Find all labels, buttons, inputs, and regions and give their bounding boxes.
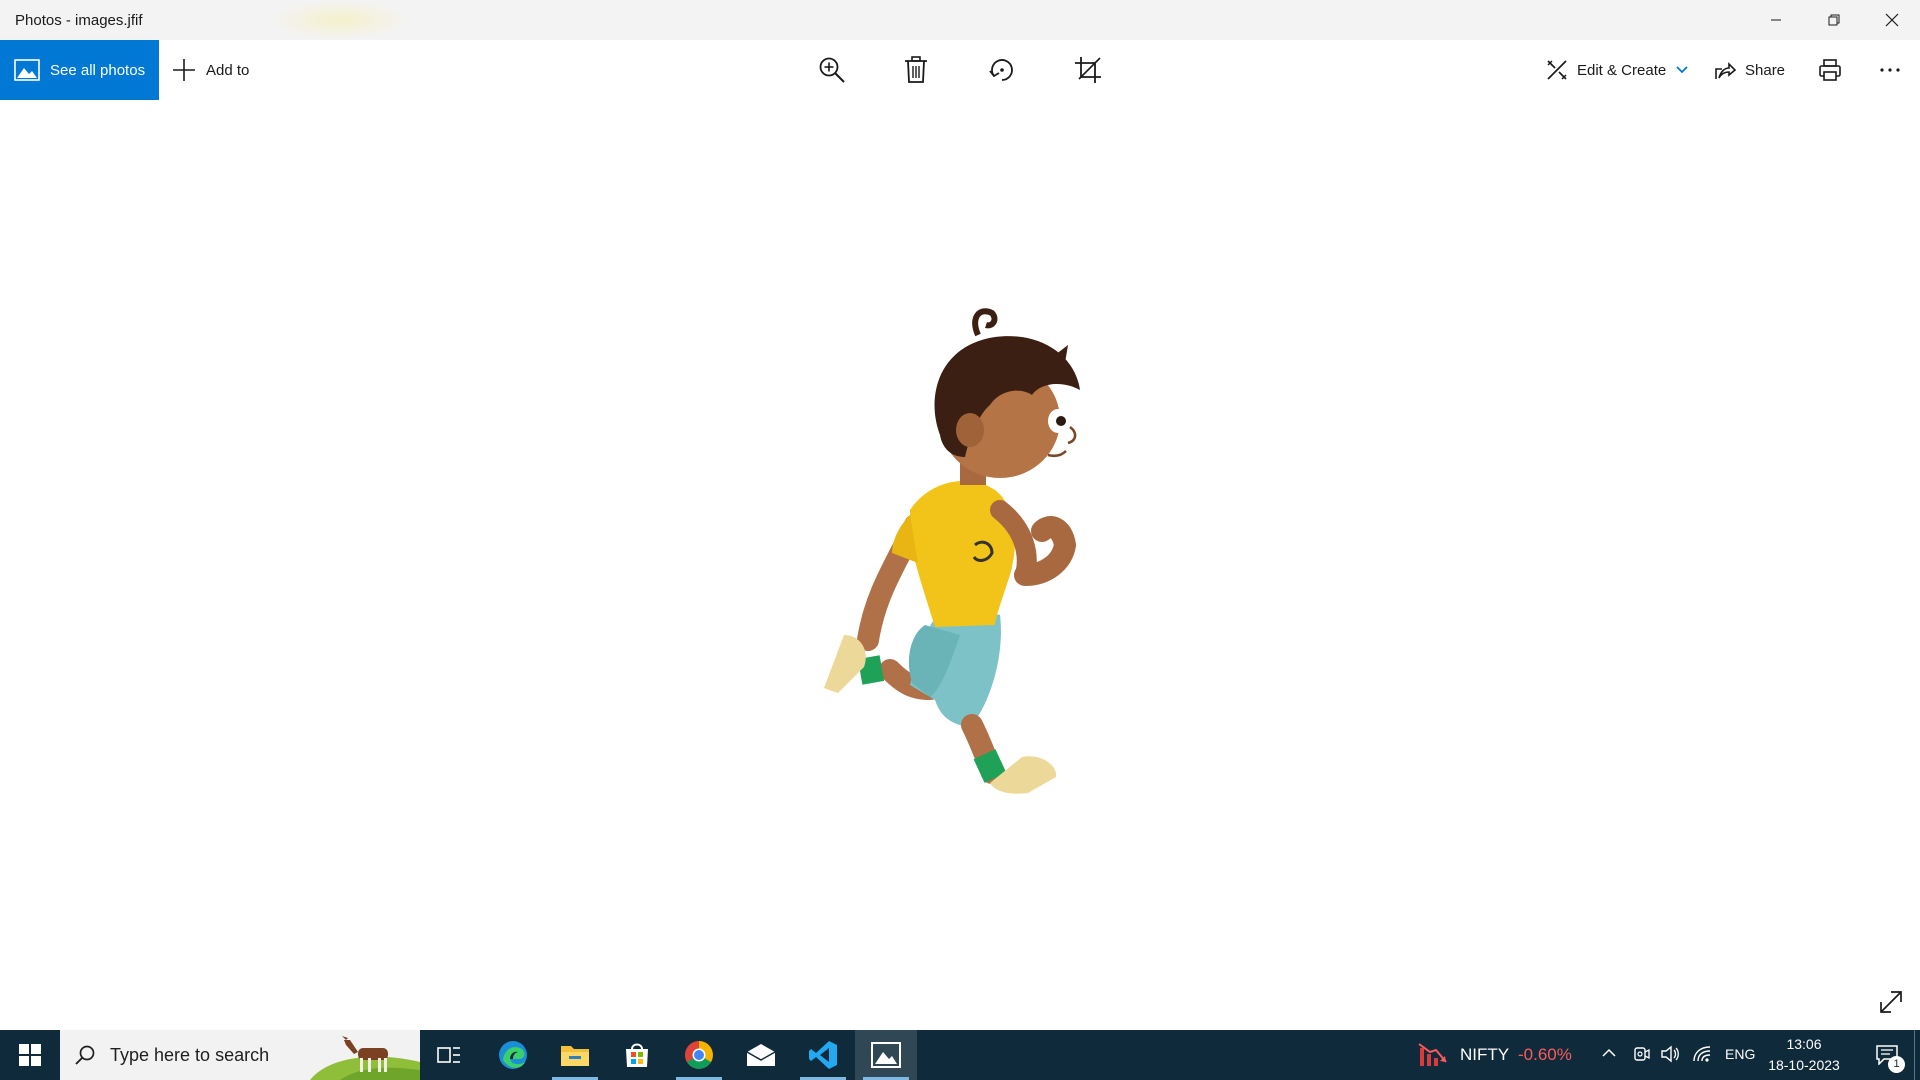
camera-icon	[1634, 1047, 1650, 1061]
title-bar-glow	[270, 0, 410, 40]
edit-create-icon	[1547, 60, 1567, 80]
meet-now-button[interactable]	[1633, 1045, 1651, 1068]
action-center-button[interactable]: 1	[1862, 1030, 1912, 1080]
chrome-icon	[685, 1041, 713, 1069]
wifi-icon	[1693, 1046, 1711, 1062]
share-label: Share	[1745, 61, 1786, 79]
add-to-label: Add to	[206, 61, 250, 79]
volume-button[interactable]	[1660, 1045, 1680, 1068]
taskbar-app-vscode[interactable]	[792, 1030, 854, 1080]
clock[interactable]: 13:06 18-10-2023	[1762, 1034, 1846, 1076]
stock-label: NIFTY	[1460, 1045, 1510, 1064]
language-indicator[interactable]: ENG	[1725, 1046, 1755, 1062]
restore-icon	[1828, 14, 1840, 26]
plus-icon	[172, 58, 196, 82]
restore-button[interactable]	[1806, 0, 1862, 40]
network-button[interactable]	[1692, 1045, 1712, 1068]
store-icon	[626, 1043, 648, 1067]
taskbar-app-chrome[interactable]	[668, 1030, 730, 1080]
edit-create-button[interactable]: Edit & Create	[1546, 40, 1688, 100]
expand-icon	[1880, 991, 1902, 1013]
notification-count-badge: 1	[1888, 1056, 1905, 1073]
more-button[interactable]	[1866, 40, 1914, 100]
start-button[interactable]	[0, 1030, 60, 1080]
folder-icon	[561, 1046, 589, 1066]
see-all-photos-button[interactable]: See all photos	[0, 40, 159, 100]
taskbar: Type here to search NIFTY -0.60% ENG 13:…	[0, 1030, 1920, 1080]
rotate-icon	[989, 59, 1013, 81]
mail-icon	[746, 1044, 776, 1066]
taskbar-app-microsoft-store[interactable]	[606, 1030, 668, 1080]
photo-canvas	[0, 100, 1920, 1030]
crop-icon	[1075, 57, 1101, 83]
zoom-in-icon	[819, 57, 845, 83]
add-to-button[interactable]: Add to	[172, 40, 249, 100]
speaker-icon	[1661, 1045, 1679, 1063]
photos-icon	[14, 59, 40, 81]
more-icon	[1880, 68, 1900, 72]
rotate-button[interactable]	[978, 40, 1026, 100]
search-placeholder: Type here to search	[110, 1044, 270, 1065]
clock-time: 13:06	[1786, 1036, 1822, 1052]
see-all-photos-label: See all photos	[50, 61, 146, 79]
chevron-down-icon	[1676, 66, 1688, 74]
photos-icon	[871, 1042, 901, 1068]
task-view-icon	[437, 1047, 460, 1063]
full-screen-button[interactable]	[1873, 984, 1909, 1020]
task-view-button[interactable]	[418, 1030, 480, 1080]
title-bar: Photos - images.jfif	[0, 0, 1920, 40]
delete-button[interactable]	[892, 40, 940, 100]
crop-button[interactable]	[1064, 40, 1112, 100]
toolbar: See all photos Add to Edit & Create Shar…	[0, 40, 1920, 100]
trash-icon	[905, 56, 927, 83]
share-icon	[1715, 62, 1736, 79]
search-icon	[74, 1044, 96, 1066]
edge-icon	[499, 1041, 527, 1069]
share-button[interactable]: Share	[1714, 40, 1785, 100]
taskbar-app-photos[interactable]	[855, 1030, 917, 1080]
zoom-button[interactable]	[808, 40, 856, 100]
taskbar-app-mail[interactable]	[730, 1030, 792, 1080]
print-icon	[1819, 59, 1841, 81]
minimize-button[interactable]	[1748, 0, 1804, 40]
taskbar-app-file-explorer[interactable]	[544, 1030, 606, 1080]
show-hidden-icons-button[interactable]	[1601, 1045, 1617, 1066]
taskbar-search-box[interactable]: Type here to search	[60, 1030, 420, 1080]
show-desktop-button[interactable]	[1914, 1030, 1920, 1080]
close-button[interactable]	[1864, 0, 1920, 40]
window-title: Photos - images.jfif	[15, 11, 143, 29]
windows-logo-icon	[19, 1044, 41, 1066]
edit-create-label: Edit & Create	[1577, 61, 1667, 79]
stock-change: -0.60%	[1518, 1045, 1572, 1064]
stock-down-icon	[1418, 1043, 1447, 1066]
vscode-icon	[809, 1041, 837, 1069]
taskbar-app-edge[interactable]	[482, 1030, 544, 1080]
print-button[interactable]	[1806, 40, 1854, 100]
okapi-illustration-icon	[310, 1036, 420, 1080]
clock-date: 18-10-2023	[1768, 1057, 1840, 1073]
stock-widget[interactable]: NIFTY -0.60%	[1418, 1030, 1578, 1080]
close-icon	[1885, 13, 1899, 27]
chevron-up-icon	[1602, 1048, 1616, 1057]
minimize-icon	[1771, 19, 1781, 21]
cartoon-running-boy-icon	[824, 308, 1080, 794]
